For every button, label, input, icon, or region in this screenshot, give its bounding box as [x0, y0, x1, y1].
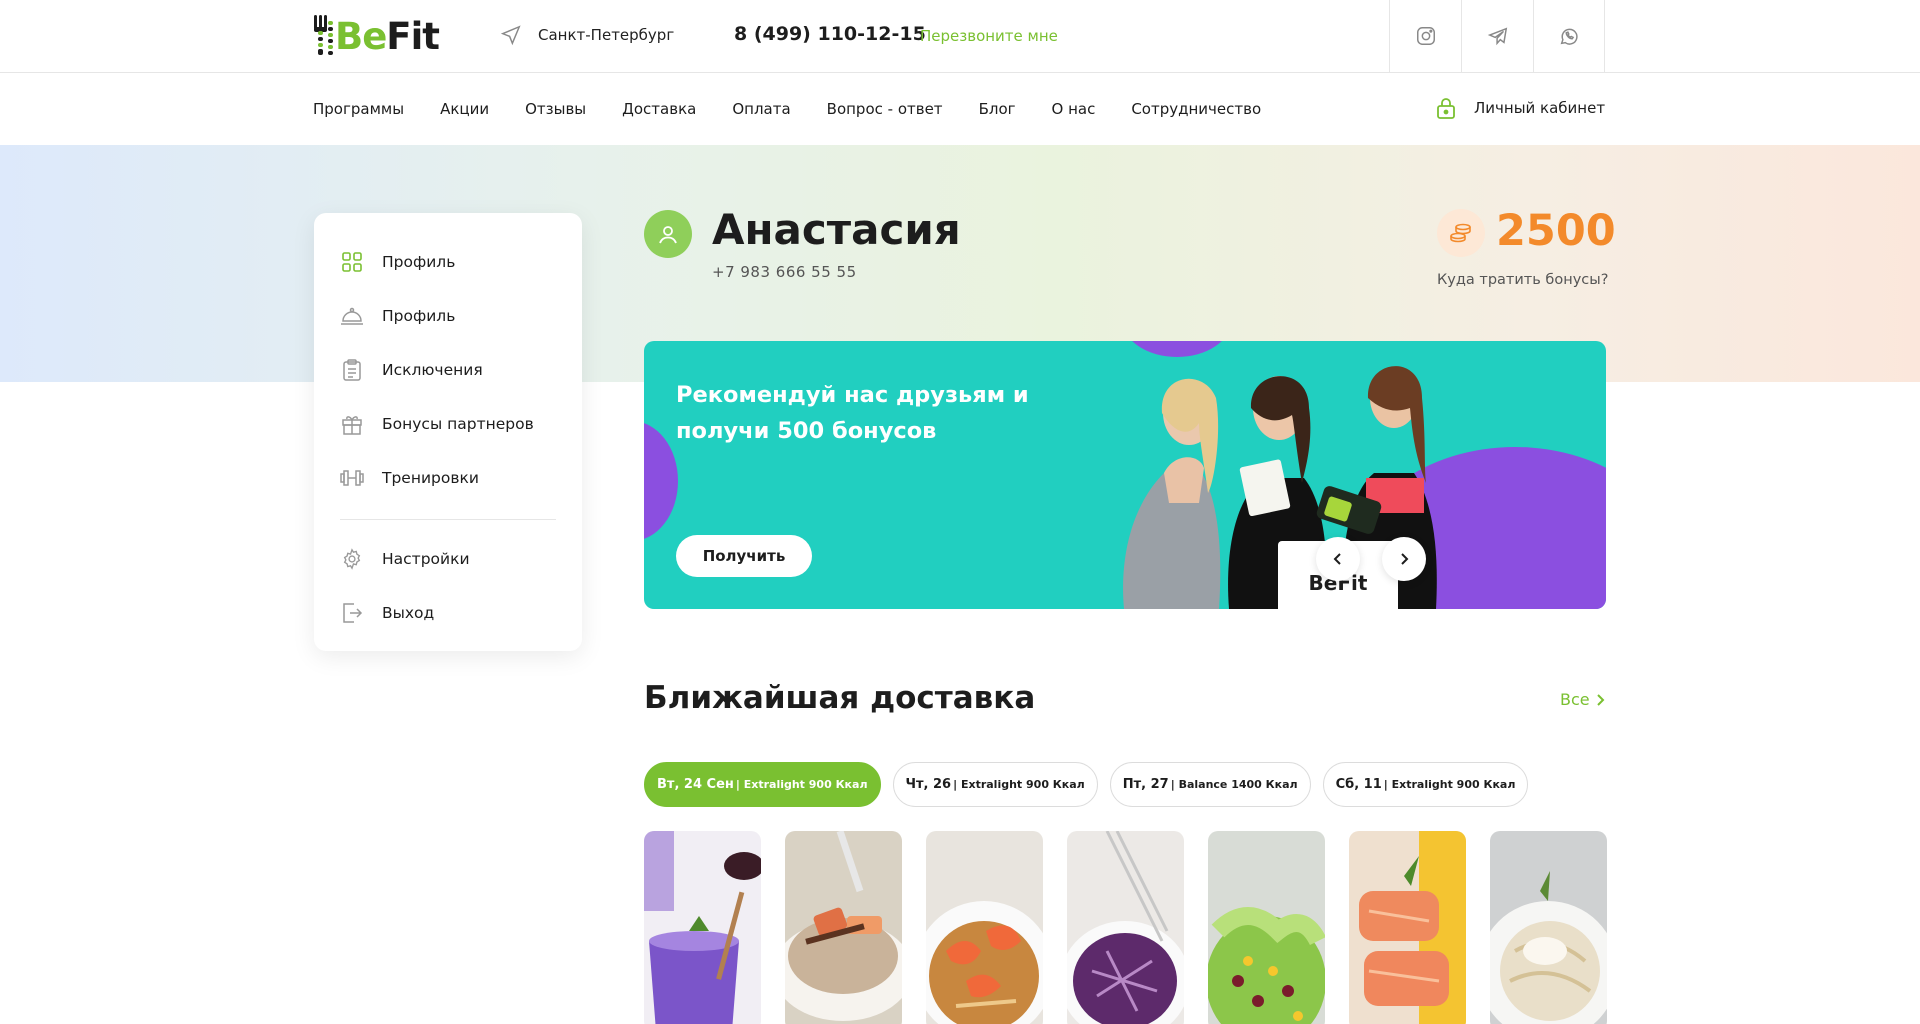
phone-number[interactable]: 8 (499) 110-12-15 — [734, 23, 926, 45]
cloche-icon — [340, 304, 364, 328]
sidebar-item-menu[interactable]: Профиль — [314, 289, 582, 343]
slider-next-button[interactable] — [1382, 537, 1426, 581]
nav-reviews[interactable]: Отзывы — [525, 100, 586, 118]
chevron-right-icon — [1401, 553, 1409, 565]
callback-link[interactable]: Перезвоните мне — [920, 27, 1058, 45]
nav-payment[interactable]: Оплата — [732, 100, 790, 118]
dish-card-creamy-pasta[interactable] — [1490, 831, 1607, 1024]
sidebar-item-label: Профиль — [382, 307, 456, 325]
logo-text-fit: Fit — [386, 14, 440, 58]
sidebar-item-label: Исключения — [382, 361, 483, 379]
chip-plan: | Balance 1400 Ккал — [1170, 778, 1298, 791]
telegram-icon — [1487, 27, 1507, 46]
dish-card-rice-porridge[interactable] — [785, 831, 902, 1024]
personal-cabinet-link[interactable]: Личный кабинет — [1436, 97, 1605, 119]
gift-icon — [340, 412, 364, 436]
sidebar-item-label: Профиль — [382, 253, 456, 271]
social-links — [1389, 0, 1605, 72]
city-label: Санкт-Петербург — [538, 26, 675, 44]
logo-text-be: Be — [335, 14, 387, 58]
top-header: BeFit Санкт-Петербург 8 (499) 110-12-15 … — [0, 0, 1920, 73]
delivery-chip[interactable]: Чт, 26 | Extralight 900 Ккал — [892, 762, 1098, 807]
nav-promotions[interactable]: Акции — [440, 100, 489, 118]
sidebar-divider — [340, 519, 556, 520]
nav-faq[interactable]: Вопрос - ответ — [827, 100, 943, 118]
whatsapp-button[interactable] — [1533, 0, 1605, 72]
instagram-icon — [1416, 27, 1435, 45]
dish-card-purple-smoothie[interactable] — [644, 831, 761, 1024]
section-title-delivery: Ближайшая доставка — [644, 680, 1036, 716]
sidebar-item-exclusions[interactable]: Исключения — [314, 343, 582, 397]
dish-card-shrimp-noodles[interactable] — [926, 831, 1043, 1024]
grid-icon — [340, 250, 364, 274]
delivery-chip[interactable]: Вт, 24 Сен | Extralight 900 Ккал — [644, 762, 881, 807]
gear-icon — [340, 547, 364, 571]
dumbbell-icon — [340, 466, 364, 490]
user-name: Анастасия — [712, 205, 961, 254]
sidebar-item-label: Тренировки — [382, 469, 479, 487]
delivery-chip[interactable]: Сб, 11 | Extralight 900 Ккал — [1322, 762, 1529, 807]
whatsapp-icon — [1560, 28, 1578, 45]
avatar[interactable] — [644, 210, 692, 258]
banner-title: Рекомендуй нас друзьям и получи 500 бону… — [676, 382, 1029, 444]
slider-prev-button[interactable] — [1316, 537, 1360, 581]
chip-plan: | Extralight 900 Ккал — [735, 778, 868, 791]
sidebar-item-label: Настройки — [382, 550, 470, 568]
chevron-left-icon — [1333, 553, 1341, 565]
chip-day: Сб, 11 — [1335, 777, 1382, 792]
logout-icon — [340, 601, 364, 625]
dish-card-salmon-fillet[interactable] — [1349, 831, 1466, 1024]
cabinet-label: Личный кабинет — [1474, 99, 1606, 117]
delivery-chip[interactable]: Пт, 27 | Balance 1400 Ккал — [1109, 762, 1311, 807]
view-all-label: Все — [1560, 690, 1590, 709]
nav-about[interactable]: О нас — [1052, 100, 1096, 118]
lock-icon — [1437, 98, 1455, 119]
view-all-link[interactable]: Все — [1560, 690, 1605, 709]
sidebar-item-label: Бонусы партнеров — [382, 415, 534, 433]
clipboard-icon — [340, 358, 364, 382]
chip-plan: | Extralight 900 Ккал — [1383, 778, 1516, 791]
chip-day: Пт, 27 — [1122, 777, 1169, 792]
nav-cooperation[interactable]: Сотрудничество — [1131, 100, 1261, 118]
dish-card-bean-salad[interactable] — [1208, 831, 1325, 1024]
sidebar-item-profile[interactable]: Профиль — [314, 235, 582, 289]
user-phone: +7 983 666 55 55 — [712, 263, 857, 281]
user-icon — [659, 226, 677, 244]
sidebar-item-workouts[interactable]: Тренировки — [314, 451, 582, 505]
coins-icon — [1437, 209, 1485, 257]
banner-decor-blob — [644, 421, 678, 541]
dish-gallery — [644, 831, 1607, 1024]
bonus-info-link[interactable]: Куда тратить бонусы? — [1437, 272, 1608, 288]
chevron-right-icon — [1596, 693, 1605, 706]
sidebar-item-settings[interactable]: Настройки — [314, 532, 582, 586]
city-selector[interactable]: Санкт-Петербург — [500, 24, 674, 46]
logo[interactable]: BeFit — [313, 14, 440, 58]
sidebar-item-partner-bonuses[interactable]: Бонусы партнеров — [314, 397, 582, 451]
nav-blog[interactable]: Блог — [979, 100, 1016, 118]
location-arrow-icon — [500, 25, 521, 46]
chip-day: Чт, 26 — [905, 777, 952, 792]
dish-card-cabbage-salad[interactable] — [1067, 831, 1184, 1024]
referral-banner: Рекомендуй нас друзьям и получи 500 бону… — [644, 341, 1606, 609]
nav-delivery[interactable]: Доставка — [622, 100, 696, 118]
chip-day: Вт, 24 Сен — [657, 777, 734, 792]
telegram-button[interactable] — [1461, 0, 1533, 72]
nav-programs[interactable]: Программы — [313, 100, 404, 118]
fork-logo-icon — [313, 15, 333, 57]
instagram-button[interactable] — [1389, 0, 1461, 72]
main-navigation: Программы Акции Отзывы Доставка Оплата В… — [0, 73, 1920, 145]
get-bonus-button[interactable]: Получить — [676, 535, 812, 577]
account-sidebar: Профиль Профиль Исключения Бонусы партне… — [314, 213, 582, 651]
chip-plan: | Extralight 900 Ккал — [953, 778, 1085, 791]
sidebar-item-label: Выход — [382, 604, 435, 622]
bonus-balance: 2500 — [1496, 206, 1616, 256]
delivery-date-chips: Вт, 24 Сен | Extralight 900 Ккал Чт, 26 | … — [644, 762, 1529, 807]
sidebar-item-logout[interactable]: Выход — [314, 586, 582, 640]
